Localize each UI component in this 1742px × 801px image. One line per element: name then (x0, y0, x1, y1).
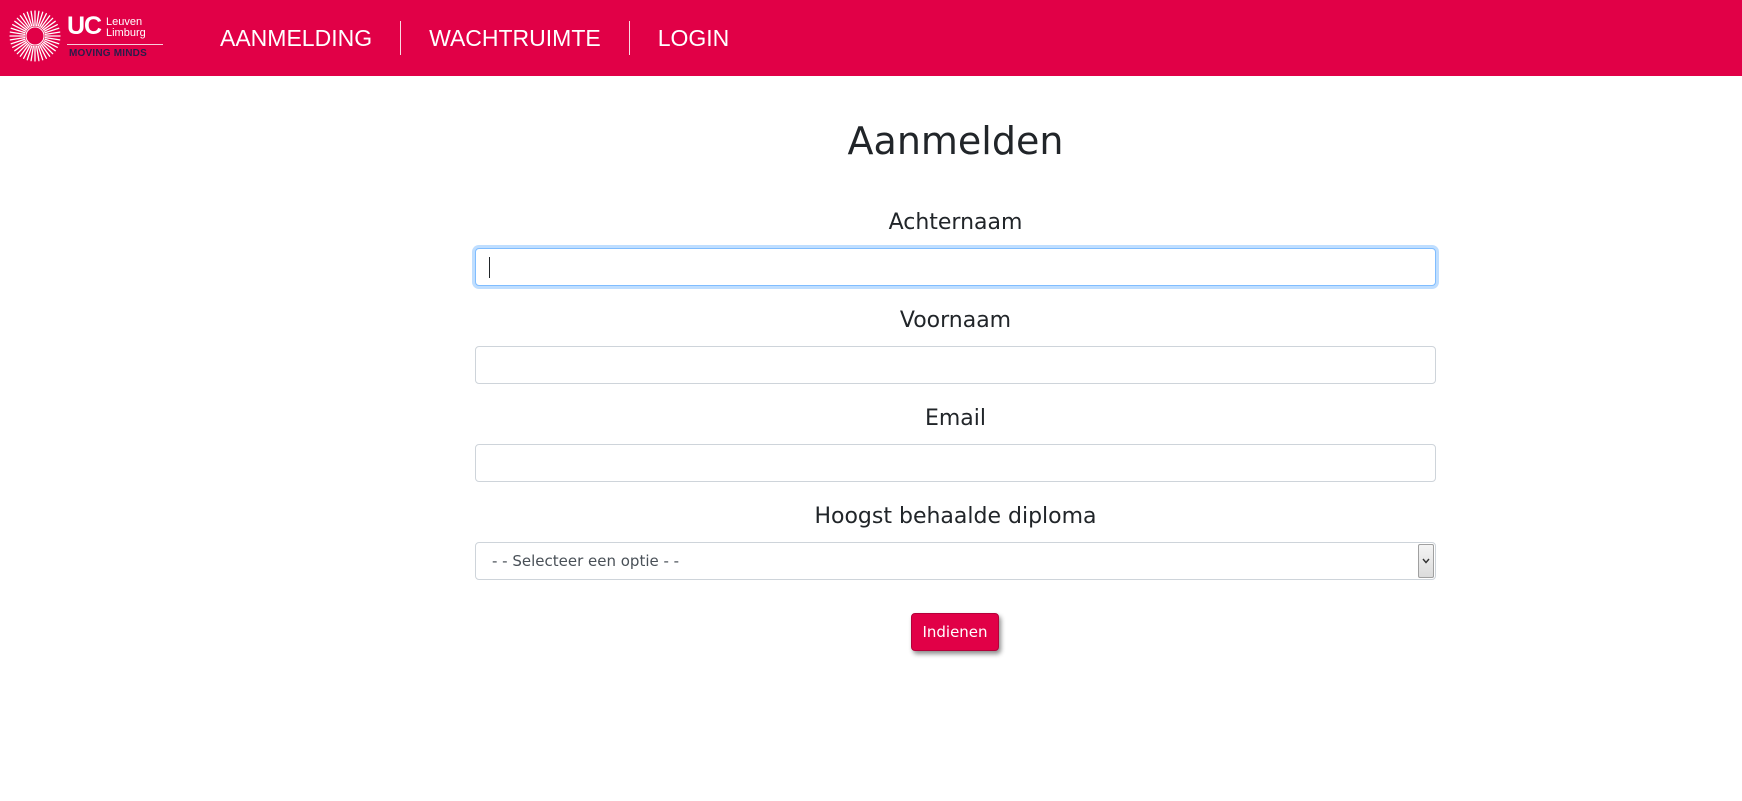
diploma-label: Hoogst behaalde diploma (814, 504, 1097, 529)
logo-divider (67, 44, 163, 45)
nav-item-aanmelding[interactable]: AANMELDING (192, 21, 400, 55)
nav-divider (628, 21, 630, 55)
logo-tagline: MOVING MINDS (69, 48, 147, 59)
email-label: Email (924, 406, 987, 431)
diploma-selected-value: - - Selecteer een optie - - (492, 552, 680, 570)
submit-button[interactable]: Indienen (911, 613, 999, 651)
text-cursor (489, 257, 490, 278)
voornaam-label: Voornaam (899, 308, 1012, 333)
logo-text: UC Leuven Limburg MOVING MINDS (67, 12, 167, 62)
logo-place-line2: Limburg (106, 27, 146, 39)
nav-item-wachtruimte[interactable]: WACHTRUIMTE (401, 21, 629, 55)
top-navbar: UC Leuven Limburg MOVING MINDS AANMELDIN… (0, 0, 1742, 76)
page-title: Aanmelden (847, 119, 1064, 163)
nav-item-login[interactable]: LOGIN (630, 21, 758, 55)
sun-logo-icon (9, 10, 61, 62)
achternaam-label: Achternaam (888, 210, 1023, 235)
voornaam-input[interactable] (475, 346, 1436, 384)
nav-divider (400, 21, 402, 55)
logo-name: UC (67, 12, 102, 40)
main-nav: AANMELDING WACHTRUIMTE LOGIN (192, 0, 757, 76)
chevron-down-icon[interactable] (1418, 544, 1434, 578)
ucll-logo[interactable]: UC Leuven Limburg MOVING MINDS (9, 10, 163, 62)
email-input[interactable] (475, 444, 1436, 482)
achternaam-input[interactable] (475, 248, 1436, 286)
diploma-select[interactable]: - - Selecteer een optie - - (475, 542, 1436, 580)
